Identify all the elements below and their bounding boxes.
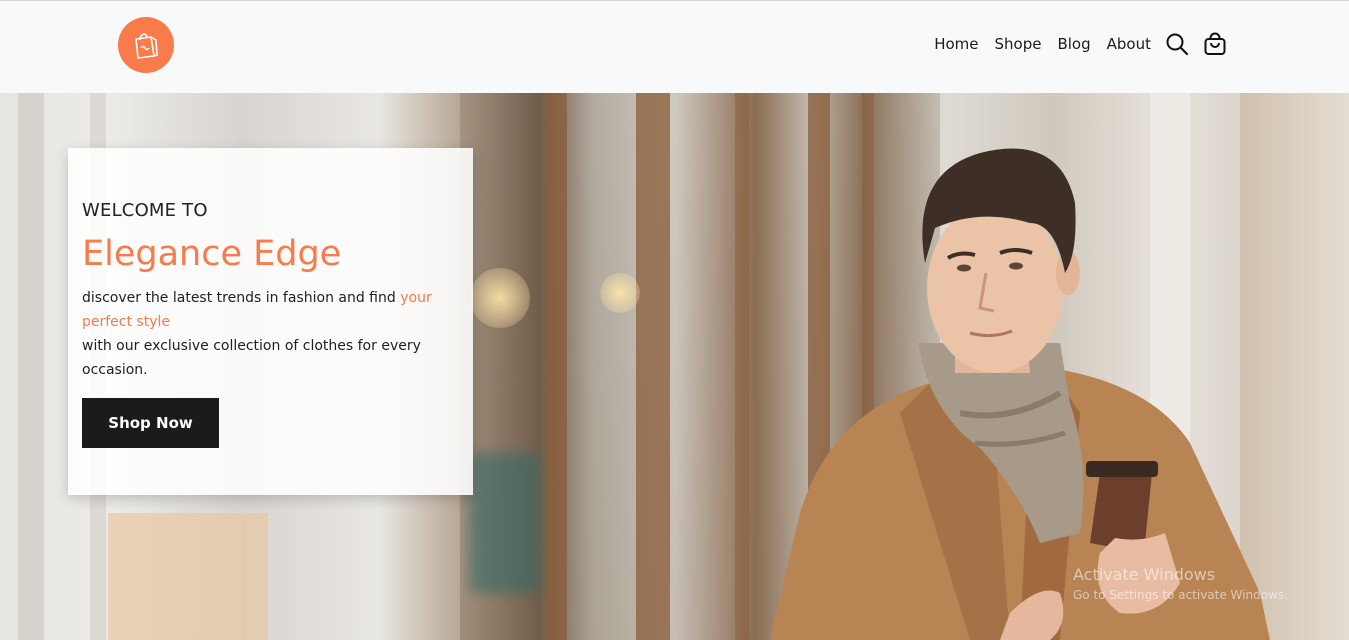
navbar: Home Shope Blog About xyxy=(0,1,1349,93)
hero-card: WELCOME TO Elegance Edge discover the la… xyxy=(68,148,473,495)
shop-now-button[interactable]: Shop Now xyxy=(82,398,219,448)
nav-shope[interactable]: Shope xyxy=(995,29,1042,59)
shopping-bag-icon xyxy=(135,33,158,59)
hero-description: discover the latest trends in fashion an… xyxy=(82,286,457,382)
window-frame xyxy=(545,93,567,640)
wall-sign xyxy=(108,513,268,640)
nav-home[interactable]: Home xyxy=(934,29,978,59)
blurred-shopfront xyxy=(470,453,540,593)
hero-banner: WELCOME TO Elegance Edge discover the la… xyxy=(0,93,1349,640)
welcome-heading: WELCOME TO xyxy=(82,200,208,221)
light-glow xyxy=(470,268,530,328)
window-frame xyxy=(735,93,749,640)
activation-watermark: Activate Windows Go to Settings to activ… xyxy=(1073,565,1288,602)
logo[interactable] xyxy=(118,17,174,73)
desc-text-2: with our exclusive collection of clothes… xyxy=(82,338,421,378)
window-frame xyxy=(636,93,670,640)
nav-blog[interactable]: Blog xyxy=(1057,29,1090,59)
brand-title: Elegance Edge xyxy=(82,234,342,274)
nav-about[interactable]: About xyxy=(1107,29,1151,59)
search-icon[interactable] xyxy=(1165,32,1189,56)
desc-text-1: discover the latest trends in fashion an… xyxy=(82,290,401,306)
model-photo xyxy=(770,148,1270,640)
watermark-title: Activate Windows xyxy=(1073,565,1216,584)
cart-bag-icon[interactable] xyxy=(1203,32,1227,56)
watermark-subtitle: Go to Settings to activate Windows. xyxy=(1073,588,1288,602)
main-nav: Home Shope Blog About xyxy=(934,29,1227,59)
wall-column xyxy=(18,93,44,640)
light-glow xyxy=(600,273,640,313)
